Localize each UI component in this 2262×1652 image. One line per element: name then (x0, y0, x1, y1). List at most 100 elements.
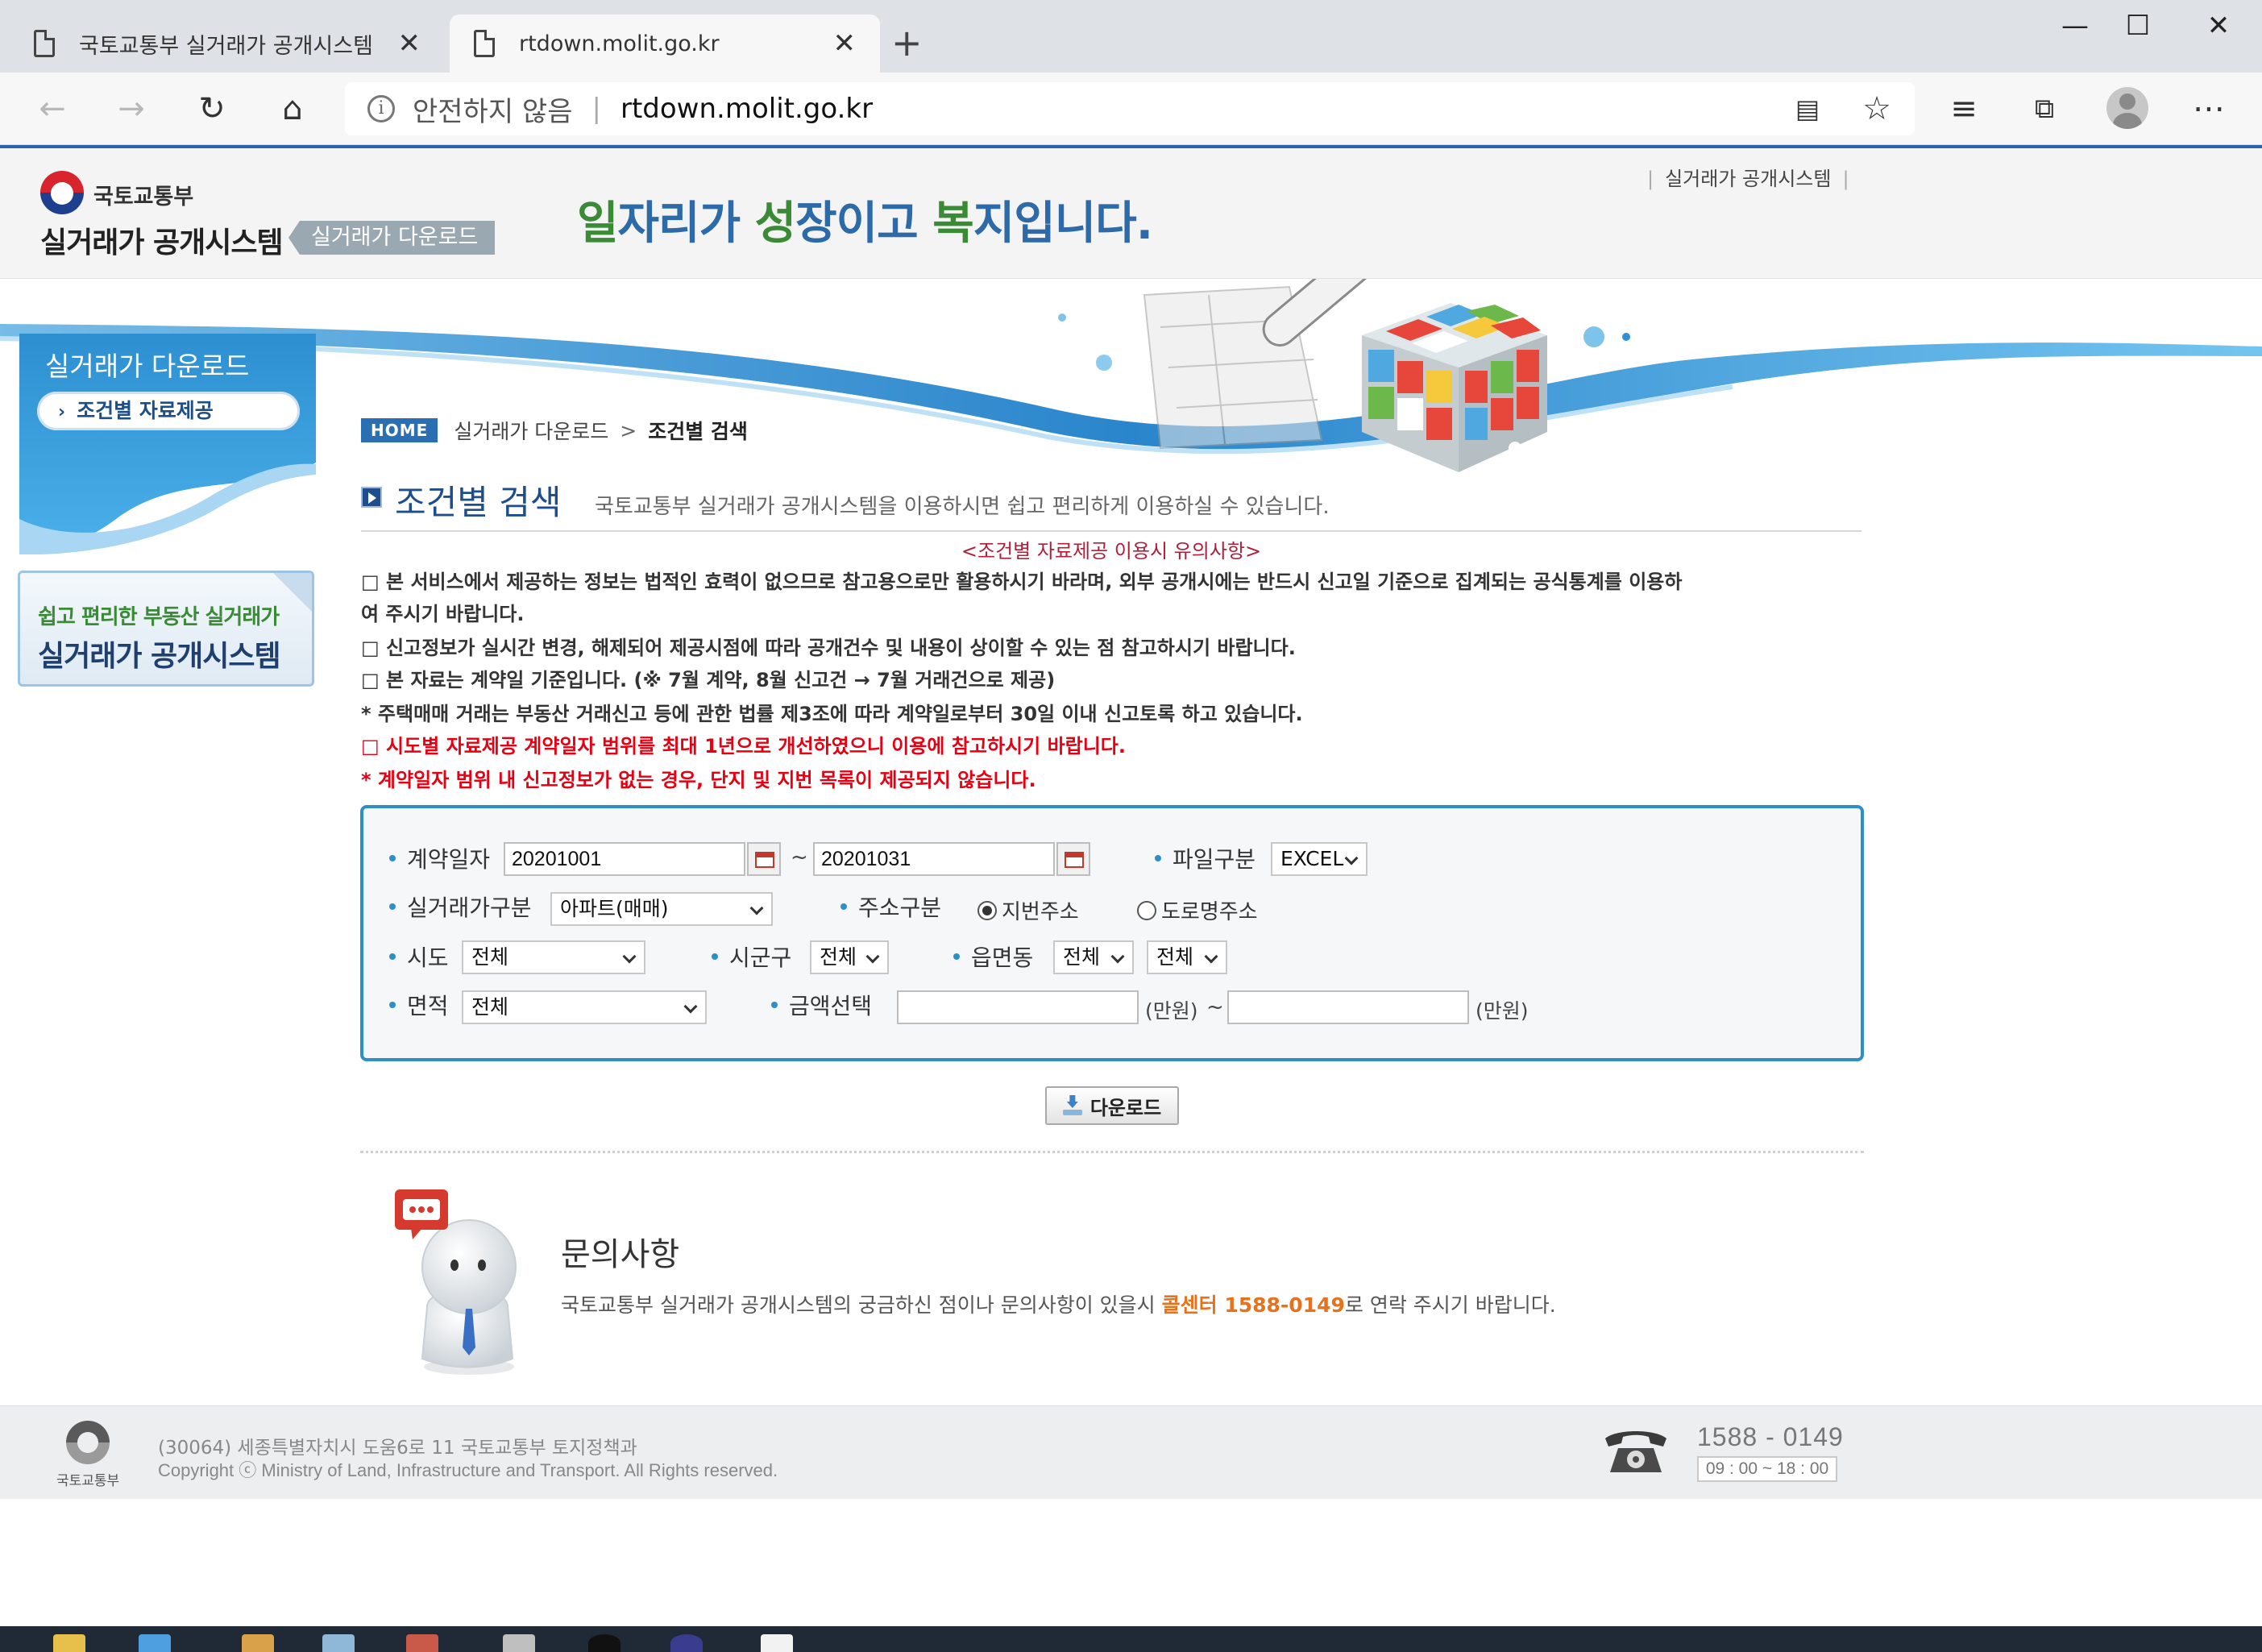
inquiry-text: 국토교통부 실거래가 공개시스템의 궁금하신 점이나 문의사항이 있을시 콜센터… (561, 1293, 1556, 1317)
taskbar-app-icon[interactable] (670, 1634, 703, 1652)
more-icon[interactable]: ⋯ (2189, 89, 2229, 129)
breadcrumb-current: 조건별 검색 (648, 420, 748, 443)
mascot-illustration (395, 1189, 517, 1375)
browser-tab-bar: 국토교통부 실거래가 공개시스템 ✕ rtdown.molit.go.kr ✕ … (0, 0, 2262, 73)
maximize-icon[interactable]: ☐ (2102, 10, 2174, 42)
date-to-calendar-button[interactable] (1056, 842, 1090, 876)
date-from-input[interactable]: 20201001 (504, 842, 745, 876)
call-center-number: 콜센터 1588-0149 (1161, 1293, 1345, 1317)
date-to-input[interactable]: 20201031 (813, 842, 1055, 876)
back-icon[interactable]: ← (32, 89, 73, 129)
taskbar-app-icon[interactable] (503, 1634, 535, 1652)
sidebar-promo-banner[interactable]: 쉽고 편리한 부동산 실거래가 실거래가 공개시스템 (18, 571, 314, 687)
refresh-icon[interactable]: ↻ (192, 89, 232, 129)
collections-icon[interactable]: ⧉ (2024, 89, 2065, 129)
eupmyeondong-label: 읍면동 (953, 940, 1033, 973)
trade-type-select[interactable]: 아파트(매매) (550, 892, 773, 926)
page-description: 국토교통부 실거래가 공개시스템을 이용하시면 쉽고 편리하게 이용하실 수 있… (595, 495, 1330, 519)
chevron-down-icon (1204, 949, 1218, 964)
address-radio-road[interactable]: 도로명주소 (1137, 895, 1258, 925)
sigungu-select[interactable]: 전체 (810, 940, 889, 974)
site-logo-text[interactable]: 실거래가 공개시스템 (40, 219, 284, 261)
eupmyeondong-value: 전체 (1063, 945, 1101, 969)
breadcrumb-level1[interactable]: 실거래가 다운로드 (454, 416, 608, 445)
government-emblem-icon[interactable] (40, 171, 84, 214)
close-tab-icon[interactable]: ✕ (833, 27, 857, 60)
contract-date-label: 계약일자 (389, 842, 490, 874)
area-select[interactable]: 전체 (462, 990, 707, 1024)
date-from-calendar-button[interactable] (747, 842, 781, 876)
address-bar[interactable]: i 안전하지 않음 | rtdown.molit.go.kr (345, 82, 1915, 135)
sigungu-label: 시군구 (712, 940, 791, 973)
chevron-down-icon (683, 999, 698, 1014)
eupmyeondong-sub-value: 전체 (1156, 945, 1194, 969)
radio-icon[interactable] (1137, 900, 1156, 920)
address-radio-jibun[interactable]: 지번주소 (977, 895, 1079, 925)
notice-item-3: □ 본 자료는 계약일 기준입니다. (※ 7월 계약, 8월 신고건 → 7월… (361, 669, 1056, 691)
amount-label: 금액선택 (771, 989, 872, 1021)
area-label: 면적 (389, 989, 449, 1021)
file-type-label: 파일구분 (1155, 842, 1256, 874)
inquiry-title: 문의사항 (561, 1236, 680, 1273)
browser-tab-rtdown[interactable]: rtdown.molit.go.kr ✕ (450, 15, 880, 73)
taskbar-app-icon[interactable] (588, 1634, 620, 1652)
radio-selected-icon[interactable] (977, 900, 997, 920)
amount-from-input[interactable] (897, 990, 1139, 1024)
promo-line2: 실거래가 공개시스템 (38, 640, 281, 673)
window-close-icon[interactable]: ✕ (2182, 10, 2255, 42)
home-link[interactable]: HOME (361, 418, 438, 442)
heading-bullet-icon (361, 487, 382, 508)
favorite-star-icon[interactable]: ☆ (1857, 89, 1897, 129)
browser-toolbar: ← → ↻ ⌂ i 안전하지 않음 | rtdown.molit.go.kr ▤… (0, 73, 2262, 145)
breadcrumb-separator: > (620, 418, 637, 442)
tracking-block-icon[interactable]: ▤ (1787, 89, 1828, 129)
address-opt1-label: 지번주소 (1002, 900, 1079, 924)
section-divider (360, 1151, 1864, 1153)
os-taskbar (0, 1626, 2262, 1652)
promo-line1: 쉽고 편리한 부동산 실거래가 (38, 605, 280, 629)
forward-icon[interactable]: → (111, 89, 151, 129)
amount-to-input[interactable] (1227, 990, 1469, 1024)
close-tab-icon[interactable]: ✕ (398, 27, 421, 60)
page-title: 조건별 검색 (395, 483, 562, 522)
sido-select[interactable]: 전체 (462, 940, 645, 974)
taskbar-app-icon[interactable] (406, 1634, 438, 1652)
download-button[interactable]: 다운로드 (1045, 1086, 1179, 1125)
amount-range-tilde: ~ (1206, 995, 1224, 1019)
telephone-icon (1605, 1431, 1666, 1472)
favorites-list-icon[interactable]: ≡ (1944, 89, 1984, 129)
taskbar-app-icon[interactable] (139, 1634, 171, 1652)
section-tag: 실거래가 다운로드 (288, 221, 495, 255)
info-icon[interactable]: i (367, 95, 395, 122)
date-range-tilde: ~ (791, 845, 808, 870)
sidebar-item-condition-data[interactable]: › 조건별 자료제공 (37, 392, 300, 430)
top-system-link[interactable]: 실거래가 공개시스템 (1636, 163, 1861, 191)
notice-item-2: □ 신고정보가 실시간 변경, 해제되어 제공시점에 따라 공개건수 및 내용이… (361, 637, 1296, 659)
eupmyeondong-sub-select[interactable]: 전체 (1147, 940, 1227, 974)
page-icon (474, 30, 495, 57)
url-text[interactable]: rtdown.molit.go.kr (620, 93, 873, 125)
taskbar-app-icon[interactable] (242, 1634, 274, 1652)
site-header: 국토교통부 실거래가 공개시스템 실거래가 다운로드 일자리가 성장이고 복지입… (0, 148, 2262, 279)
home-icon[interactable]: ⌂ (272, 89, 313, 129)
chevron-down-icon (1110, 949, 1125, 964)
sido-label: 시도 (389, 940, 449, 973)
browser-tab-molit[interactable]: 국토교통부 실거래가 공개시스템 ✕ (10, 15, 445, 73)
taskbar-app-icon[interactable] (761, 1634, 793, 1652)
file-type-value: EXCEL (1280, 847, 1344, 870)
eupmyeondong-select[interactable]: 전체 (1053, 940, 1134, 974)
footer-hours: 09 : 00 ~ 18 : 00 (1697, 1456, 1837, 1482)
new-tab-icon[interactable]: + (891, 23, 923, 63)
taskbar-app-icon[interactable] (53, 1634, 85, 1652)
slogan: 일자리가 성장이고 복지입니다. (577, 197, 1153, 250)
page-heading: 조건별 검색 국토교통부 실거래가 공개시스템을 이용하시면 쉽고 편리하게 이… (361, 475, 1861, 532)
ministry-name[interactable]: 국토교통부 (93, 179, 193, 210)
notice-item-5: □ 시도별 자료제공 계약일자 범위를 최대 1년으로 개선하였으니 이용에 참… (361, 735, 1127, 758)
trade-type-label: 실거래가구분 (389, 890, 532, 923)
profile-icon[interactable] (2106, 87, 2148, 129)
taskbar-app-icon[interactable] (322, 1634, 355, 1652)
minimize-icon[interactable]: — (2039, 10, 2111, 42)
calendar-icon (755, 852, 774, 868)
file-type-select[interactable]: EXCEL (1271, 842, 1368, 876)
tab-title: 국토교통부 실거래가 공개시스템 (79, 33, 373, 59)
